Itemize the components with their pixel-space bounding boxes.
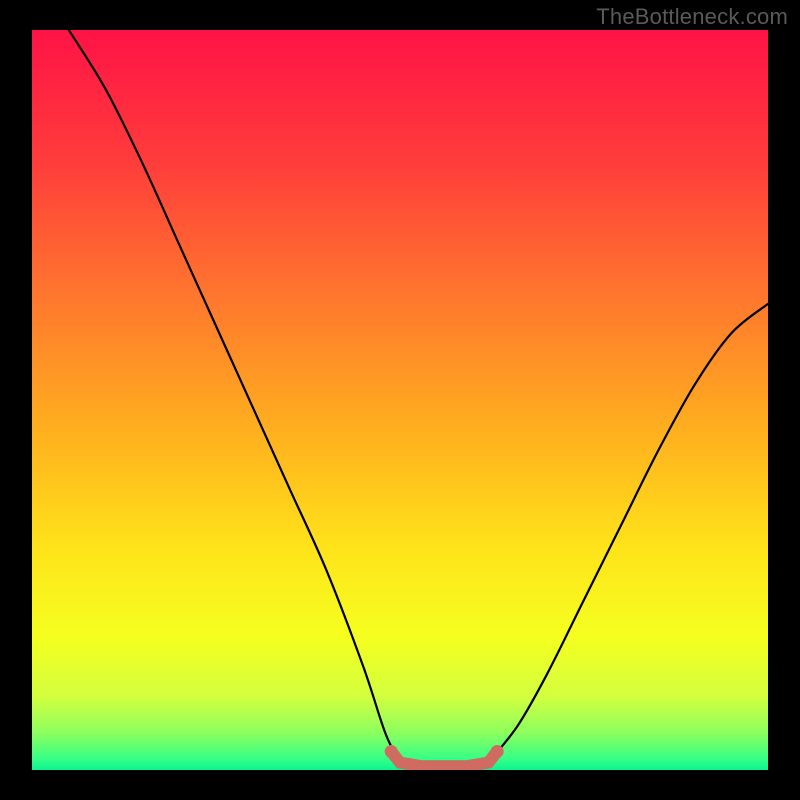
- flat-bottom-highlight: [391, 752, 497, 767]
- bottleneck-curve: [69, 30, 768, 767]
- chart-frame: TheBottleneck.com: [0, 0, 800, 800]
- watermark-text: TheBottleneck.com: [596, 4, 788, 30]
- flat-bottom-end-right: [491, 745, 504, 758]
- curve-layer: [32, 30, 768, 770]
- plot-area: [32, 30, 768, 770]
- flat-bottom-end-left: [385, 745, 398, 758]
